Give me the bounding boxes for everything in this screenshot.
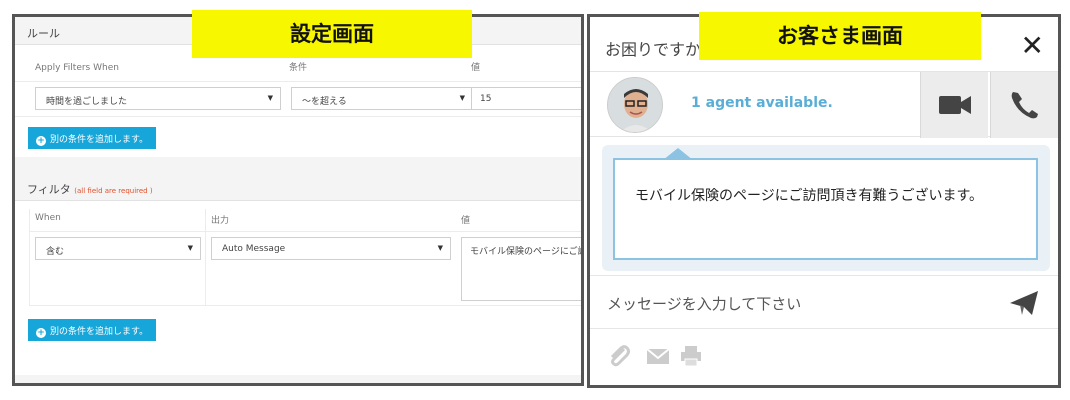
divider bbox=[29, 209, 30, 305]
agent-bar: 1 agent available. bbox=[590, 71, 1058, 138]
settings-banner: 設定画面 bbox=[192, 10, 472, 58]
rules-title: ルール bbox=[27, 27, 60, 40]
filter-output-value: Auto Message bbox=[222, 244, 286, 254]
caret-down-icon: ▼ bbox=[267, 94, 273, 102]
bubble-tail bbox=[663, 148, 693, 160]
agent-status: 1 agent available. bbox=[691, 95, 833, 111]
add-condition-label: 別の条件を追加します。 bbox=[50, 135, 149, 145]
rule-condition-value: 〜を超える bbox=[302, 97, 347, 107]
message-input[interactable]: メッセージを入力して下さい bbox=[607, 293, 801, 314]
filter-message-textarea[interactable]: モバイル保険のページにご訪 bbox=[461, 237, 584, 301]
filter-col-output: 出力 bbox=[211, 216, 230, 226]
filter-output-select[interactable]: Auto Message ▼ bbox=[211, 237, 451, 260]
filter-message-value: モバイル保険のページにご訪 bbox=[470, 247, 584, 257]
chat-panel: お困りですか ✕ 1 agent available. モバイル保険のページにご… bbox=[587, 14, 1061, 388]
chat-banner: お客さま画面 bbox=[699, 12, 981, 60]
close-icon[interactable]: ✕ bbox=[1021, 29, 1044, 62]
add-filter-condition-label: 別の条件を追加します。 bbox=[50, 327, 149, 337]
agent-message-text: モバイル保険のページにご訪問頂き有難うございます。 bbox=[635, 188, 984, 204]
rules-col-condition: 条件 bbox=[289, 63, 308, 73]
divider bbox=[15, 81, 581, 82]
rule-condition-select[interactable]: 〜を超える ▼ bbox=[291, 87, 473, 110]
divider bbox=[15, 116, 581, 117]
plus-icon: + bbox=[36, 136, 46, 146]
divider bbox=[205, 209, 206, 305]
add-filter-condition-button[interactable]: + 別の条件を追加します。 bbox=[28, 319, 157, 341]
plus-icon: + bbox=[36, 328, 46, 338]
rules-col-when: Apply Filters When bbox=[35, 63, 119, 73]
message-input-row: メッセージを入力して下さい bbox=[590, 275, 1058, 329]
caret-down-icon: ▼ bbox=[437, 244, 443, 252]
caret-down-icon: ▼ bbox=[459, 94, 465, 102]
rules-body: Apply Filters When 条件 値 時間を過ごしました ▼ 〜を超え… bbox=[15, 45, 581, 157]
video-call-button[interactable] bbox=[920, 72, 988, 138]
message-area: モバイル保険のページにご訪問頂き有難うございます。 bbox=[602, 145, 1050, 271]
agent-message-bubble: モバイル保険のページにご訪問頂き有難うございます。 bbox=[613, 148, 1038, 260]
agent-avatar bbox=[607, 77, 663, 133]
settings-panel: ルール Apply Filters When 条件 値 時間を過ごしました ▼ … bbox=[12, 14, 584, 386]
required-note: (all field are required ) bbox=[74, 187, 153, 195]
attach-icon[interactable] bbox=[606, 343, 632, 369]
print-icon[interactable] bbox=[679, 344, 703, 368]
rule-number-input[interactable]: 15 bbox=[471, 87, 581, 110]
phone-call-button[interactable] bbox=[990, 72, 1058, 138]
rule-when-value: 時間を過ごしました bbox=[46, 97, 128, 107]
send-icon[interactable] bbox=[1008, 289, 1040, 317]
filter-when-value: 含む bbox=[46, 247, 65, 257]
divider bbox=[29, 231, 581, 232]
video-icon bbox=[939, 96, 971, 114]
caret-down-icon: ▼ bbox=[187, 244, 193, 252]
add-condition-button[interactable]: + 別の条件を追加します。 bbox=[28, 127, 157, 149]
filter-header: フィルタ (all field are required ) bbox=[15, 173, 581, 201]
filter-title: フィルタ bbox=[27, 183, 71, 196]
filter-col-value: 値 bbox=[461, 216, 471, 226]
filter-body: When 出力 値 含む ▼ Auto Message ▼ モバイル保険のページ… bbox=[15, 201, 581, 375]
rules-col-value: 値 bbox=[471, 63, 481, 73]
phone-icon bbox=[1011, 92, 1038, 119]
chat-title: お困りですか bbox=[605, 40, 702, 59]
filter-col-when: When bbox=[35, 213, 61, 223]
rule-when-select[interactable]: 時間を過ごしました ▼ bbox=[35, 87, 281, 110]
tool-row bbox=[590, 329, 1058, 385]
rule-number-value: 15 bbox=[480, 94, 492, 104]
mail-icon[interactable] bbox=[646, 347, 670, 365]
filter-when-select[interactable]: 含む ▼ bbox=[35, 237, 201, 260]
divider bbox=[29, 305, 581, 306]
